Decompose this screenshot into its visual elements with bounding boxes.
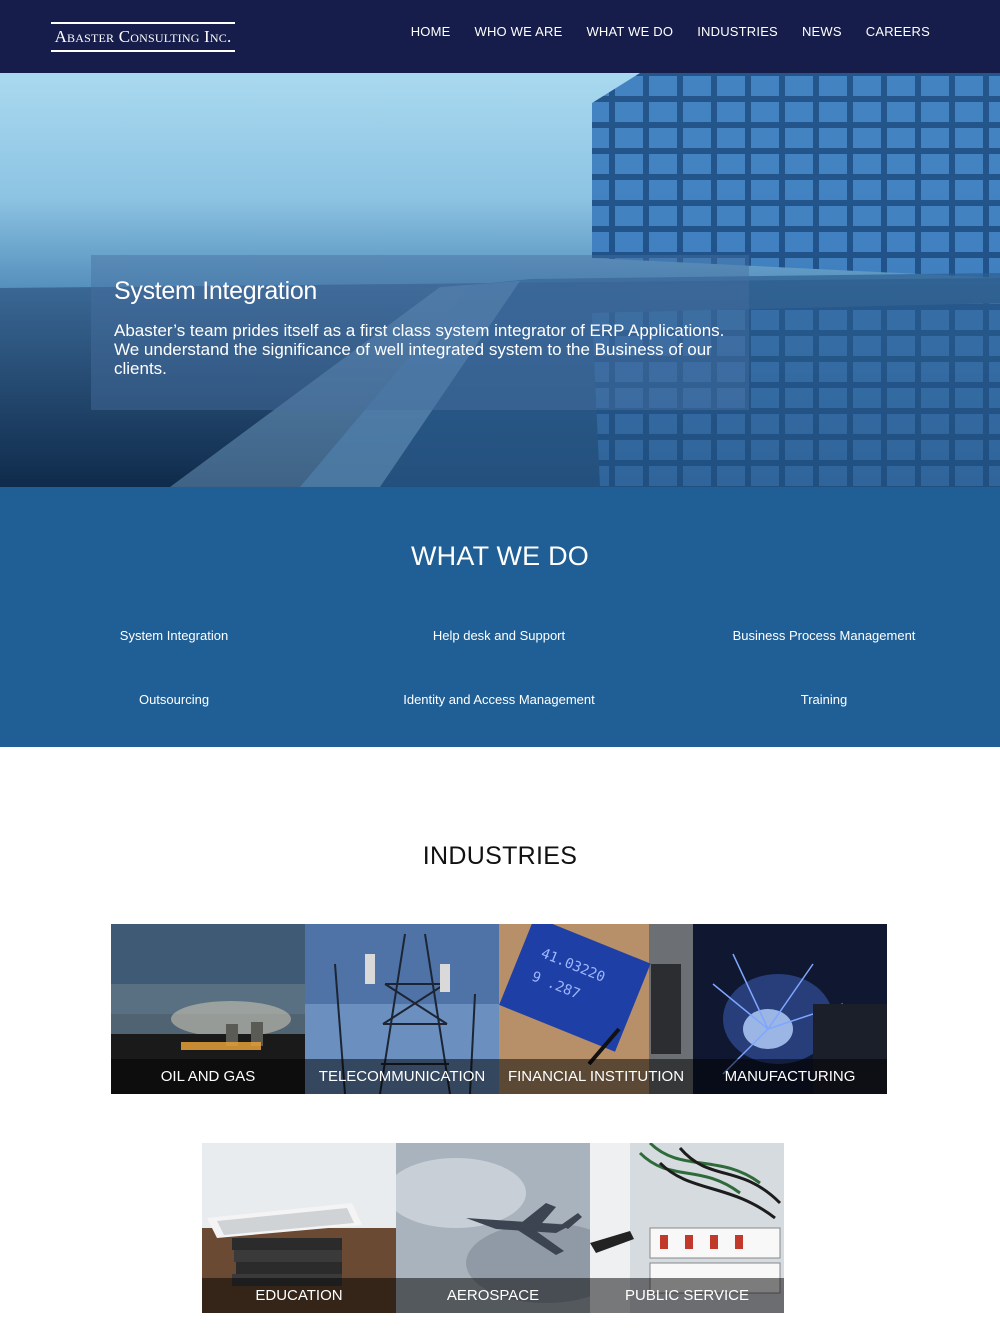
hero-description: Abaster’s team prides itself as a first … <box>114 321 725 378</box>
industry-label: FINANCIAL INSTITUTION <box>499 1059 693 1094</box>
industry-telecommunication[interactable]: TELECOMMUNICATION <box>305 924 499 1094</box>
industry-label: EDUCATION <box>202 1278 396 1313</box>
industry-oil-and-gas[interactable]: OIL AND GAS <box>111 924 305 1094</box>
what-we-do-section: WHAT WE DO System Integration Help desk … <box>0 487 1000 747</box>
industry-label: MANUFACTURING <box>693 1059 887 1094</box>
service-system-integration[interactable]: System Integration <box>24 628 324 643</box>
nav-careers[interactable]: CAREERS <box>866 24 930 39</box>
industry-aerospace[interactable]: AEROSPACE <box>396 1143 590 1313</box>
nav-industries[interactable]: INDUSTRIES <box>697 24 778 39</box>
industry-label: OIL AND GAS <box>111 1059 305 1094</box>
hero-caption-box: System Integration Abaster’s team prides… <box>91 255 749 410</box>
service-identity-access[interactable]: Identity and Access Management <box>349 692 649 707</box>
service-outsourcing[interactable]: Outsourcing <box>24 692 324 707</box>
industry-manufacturing[interactable]: MANUFACTURING <box>693 924 887 1094</box>
main-nav: HOME WHO WE ARE WHAT WE DO INDUSTRIES NE… <box>411 0 930 62</box>
industry-label: TELECOMMUNICATION <box>305 1059 499 1094</box>
hero-title: System Integration <box>114 277 318 305</box>
industry-label: AEROSPACE <box>396 1278 590 1313</box>
industry-label: PUBLIC SERVICE <box>590 1278 784 1313</box>
service-help-desk[interactable]: Help desk and Support <box>349 628 649 643</box>
logo[interactable]: Abaster Consulting Inc. <box>51 22 235 52</box>
nav-home[interactable]: HOME <box>411 24 451 39</box>
nav-news[interactable]: NEWS <box>802 24 842 39</box>
industry-financial-institution[interactable]: 41.03220 9 .287 FINANCIAL INSTITUTION <box>499 924 693 1094</box>
industry-education[interactable]: EDUCATION <box>202 1143 396 1313</box>
industries-title: INDUSTRIES <box>422 842 578 870</box>
nav-what-we-do[interactable]: WHAT WE DO <box>586 24 673 39</box>
service-training[interactable]: Training <box>674 692 974 707</box>
section-title: WHAT WE DO <box>411 541 589 571</box>
service-business-process[interactable]: Business Process Management <box>674 628 974 643</box>
hero-banner: System Integration Abaster’s team prides… <box>0 73 1000 487</box>
industry-public-service[interactable]: PUBLIC SERVICE <box>590 1143 784 1313</box>
nav-who-we-are[interactable]: WHO WE ARE <box>475 24 563 39</box>
site-header: Abaster Consulting Inc. HOME WHO WE ARE … <box>0 0 1000 73</box>
